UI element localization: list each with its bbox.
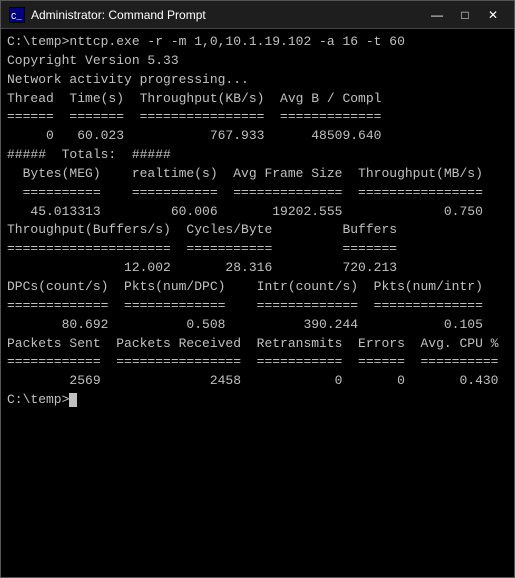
terminal-line: 80.692 0.508 390.244 0.105: [7, 316, 508, 335]
terminal-line: Throughput(Buffers/s) Cycles/Byte Buffer…: [7, 221, 508, 240]
terminal-line: 2569 2458 0 0 0.430: [7, 372, 508, 391]
window-controls: — □ ✕: [424, 5, 506, 25]
terminal-line: 12.002 28.316 720.213: [7, 259, 508, 278]
terminal-line: Bytes(MEG) realtime(s) Avg Frame Size Th…: [7, 165, 508, 184]
terminal-line: DPCs(count/s) Pkts(num/DPC) Intr(count/s…: [7, 278, 508, 297]
terminal-line: ========== =========== ============== ==…: [7, 184, 508, 203]
minimize-button[interactable]: —: [424, 5, 450, 25]
terminal-line: ===================== =========== ======…: [7, 240, 508, 259]
svg-text:C_: C_: [11, 12, 22, 22]
terminal-line: Packets Sent Packets Received Retransmit…: [7, 335, 508, 354]
terminal-line: ##### Totals: #####: [7, 146, 508, 165]
terminal-line: ====== ======= ================ ========…: [7, 108, 508, 127]
terminal-line: C:\temp>: [7, 391, 508, 410]
terminal-line: ============ ================ ==========…: [7, 353, 508, 372]
terminal-line: ============= ============= ============…: [7, 297, 508, 316]
cmd-icon: C_: [9, 7, 25, 23]
cursor: [69, 393, 77, 407]
close-button[interactable]: ✕: [480, 5, 506, 25]
terminal-line: 0 60.023 767.933 48509.640: [7, 127, 508, 146]
titlebar: C_ Administrator: Command Prompt — □ ✕: [1, 1, 514, 29]
terminal-line: C:\temp>nttcp.exe -r -m 1,0,10.1.19.102 …: [7, 33, 508, 52]
window-title: Administrator: Command Prompt: [31, 8, 206, 22]
maximize-button[interactable]: □: [452, 5, 478, 25]
terminal-line: Copyright Version 5.33: [7, 52, 508, 71]
terminal-output[interactable]: C:\temp>nttcp.exe -r -m 1,0,10.1.19.102 …: [1, 29, 514, 577]
titlebar-left: C_ Administrator: Command Prompt: [9, 7, 206, 23]
terminal-line: Network activity progressing...: [7, 71, 508, 90]
terminal-line: 45.013313 60.006 19202.555 0.750: [7, 203, 508, 222]
cmd-window: C_ Administrator: Command Prompt — □ ✕ C…: [0, 0, 515, 578]
terminal-line: Thread Time(s) Throughput(KB/s) Avg B / …: [7, 90, 508, 109]
